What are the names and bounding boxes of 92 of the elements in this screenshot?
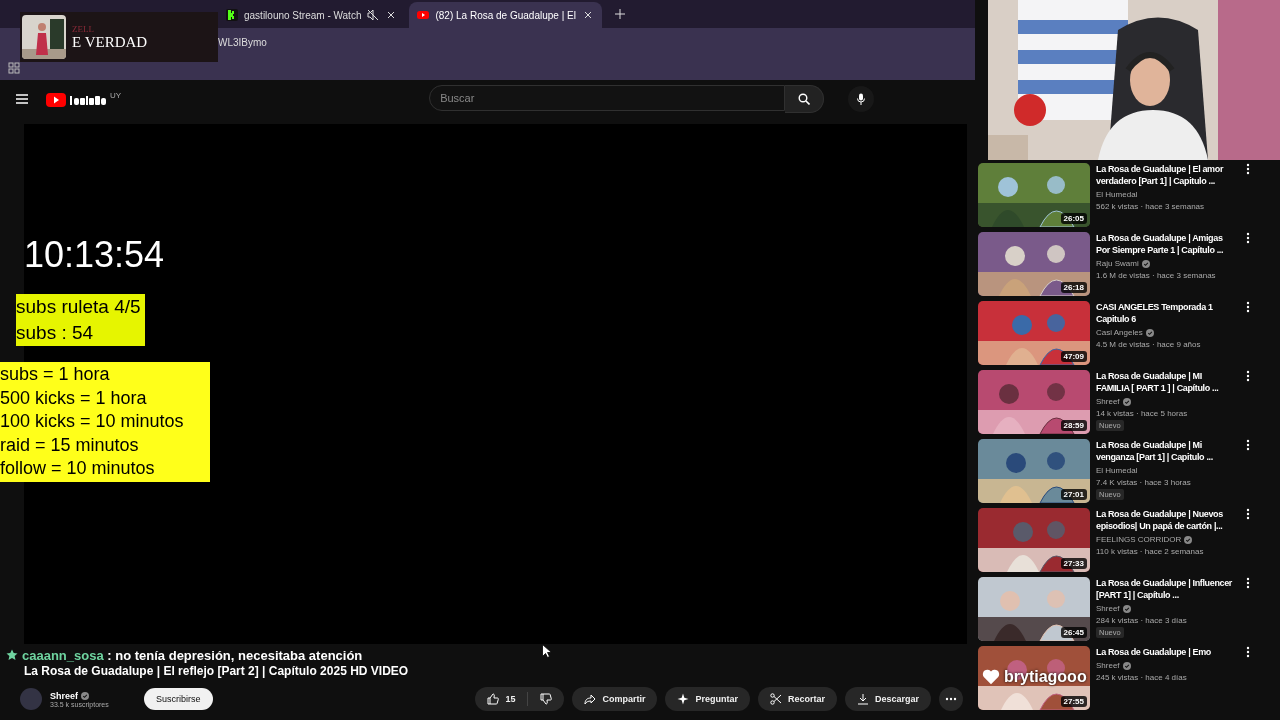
channel-name[interactable]: Raju Swami	[1096, 258, 1139, 270]
action-button[interactable]: Preguntar	[665, 687, 750, 711]
heart-icon	[982, 669, 1000, 685]
action-button[interactable]: Recortar	[757, 687, 837, 711]
muted-speaker-icon[interactable]	[367, 9, 380, 21]
view-info: 245 k vistas · hace 4 días	[1096, 672, 1188, 684]
kebab-menu-icon[interactable]	[1246, 232, 1250, 244]
channel-name[interactable]: El Humedal	[1096, 189, 1138, 201]
video-title[interactable]: La Rosa de Guadalupe | Mi venganza [Part 1] | Capitulo ...	[1096, 439, 1234, 463]
verified-icon	[1122, 398, 1131, 406]
overlay-text: follow = 10 minutos	[0, 457, 156, 480]
video-duration: 26:05	[1060, 213, 1087, 224]
video-title[interactable]: CASI ANGELES Temporada 1 Capitulo 6	[1096, 301, 1234, 325]
overlay-text: 100 kicks = 10 minutos	[0, 410, 185, 433]
channel-name[interactable]: Shreef	[1096, 660, 1120, 672]
youtube-logo-icon[interactable]	[46, 91, 108, 107]
video-duration: 27:33	[1060, 558, 1087, 569]
sparkle-icon	[677, 693, 690, 705]
youtube-icon	[417, 9, 430, 21]
plus-icon	[613, 8, 626, 20]
track-title: E VERDAD	[72, 33, 148, 51]
kebab-menu-icon[interactable]	[1246, 163, 1250, 175]
channel-name[interactable]: El Humedal	[1096, 465, 1138, 477]
video-title[interactable]: La Rosa de Guadalupe | Emo	[1096, 646, 1234, 658]
stream-timer: 10:13:54	[24, 234, 165, 276]
action-button[interactable]: Compartir	[572, 687, 658, 711]
view-info: 4.5 M de vistas · hace 9 años	[1096, 339, 1202, 351]
microphone-icon	[855, 93, 868, 105]
browser-tab[interactable]: gastilouno Stream - Watch	[218, 2, 406, 28]
kebab-menu-icon[interactable]	[1246, 439, 1250, 451]
video-title[interactable]: La Rosa de Guadalupe | Influencer [PART 1] | Capítulo ...	[1096, 577, 1234, 601]
view-info: 284 k vistas · hace 3 días	[1096, 615, 1188, 627]
video-duration: 47:09	[1060, 351, 1087, 362]
share-icon	[584, 693, 597, 705]
video-duration: 26:18	[1060, 282, 1087, 293]
kebab-menu-icon[interactable]	[1246, 577, 1250, 589]
view-info: 562 k vistas · hace 3 semanas	[1096, 201, 1206, 213]
channel-name[interactable]: Shreef	[50, 690, 78, 701]
video-duration: 27:55	[1060, 696, 1087, 707]
thumbs-down-icon	[540, 693, 553, 705]
more-button[interactable]	[939, 687, 963, 711]
subscribe-button[interactable]: Suscribirse	[144, 688, 213, 710]
overlay-text: 500 kicks = 1 hora	[0, 386, 148, 410]
view-info: 1.6 M de vistas · hace 3 semanas	[1096, 270, 1217, 282]
video-title[interactable]: La Rosa de Guadalupe | MI FAMILIA [ PART 1 ] | Capítulo ...	[1096, 370, 1234, 394]
search-field[interactable]: Buscar	[429, 85, 786, 111]
track-text: ZELL	[72, 23, 95, 34]
action-button[interactable]: Descargar	[844, 687, 931, 711]
scissors-icon	[769, 693, 782, 705]
verified-icon	[1184, 536, 1193, 544]
view-info: 14 k vistas · hace 5 horas	[1096, 408, 1189, 420]
video-title[interactable]: La Rosa de Guadalupe | El amor verdadero [Part 1] | Capitulo ...	[1096, 163, 1234, 187]
channel-name[interactable]: Shreef	[1096, 396, 1120, 408]
video-title: La Rosa de Guadalupe | El reflejo [Part 2] | Capítulo 2025 HD VIDEO	[24, 664, 409, 680]
menu-icon[interactable]	[16, 93, 28, 105]
browser-tab[interactable]: (82) La Rosa de Guadalupe | El	[409, 2, 602, 28]
region-label: UY	[110, 91, 122, 100]
verified-icon	[1122, 605, 1131, 613]
video-duration: 27:01	[1060, 489, 1087, 500]
apps-grid-icon[interactable]	[8, 62, 20, 74]
channel-name[interactable]: Shreef	[1096, 603, 1120, 615]
verified-icon	[1145, 329, 1154, 337]
search-button[interactable]	[785, 85, 825, 113]
channel-name[interactable]: FEELINGS CORRIDOR	[1096, 534, 1182, 546]
video-duration: 26:45	[1060, 627, 1087, 638]
kebab-menu-icon[interactable]	[1246, 370, 1250, 382]
channel-name[interactable]: Casi Angeles	[1096, 327, 1143, 339]
overlay-text: subs : 54	[16, 321, 95, 345]
chat-message: caaann_sosa : no tenía depresión, necesitaba atención	[22, 647, 363, 663]
view-info: 110 k vistas · hace 2 semanas	[1096, 546, 1205, 558]
kebab-menu-icon[interactable]	[1246, 301, 1250, 313]
microphone-button[interactable]	[848, 86, 875, 112]
view-info: 7.4 K vistas · hace 3 horas	[1096, 477, 1192, 489]
overlay-text: subs = 1 hora	[0, 363, 111, 386]
kebab-menu-icon[interactable]	[1246, 508, 1250, 520]
star-icon	[6, 649, 18, 661]
video-title[interactable]: La Rosa de Guadalupe | Amigas Por Siempre Parte 1 | Capítulo ...	[1096, 232, 1234, 256]
download-icon	[856, 693, 869, 705]
kebab-menu-icon[interactable]	[1246, 646, 1250, 658]
thumbs-up-icon	[487, 693, 500, 705]
verified-icon	[81, 691, 89, 700]
kick-icon	[226, 9, 238, 21]
overlay-text: subs ruleta 4/5	[16, 295, 141, 319]
overlay-text: raid = 15 minutos	[0, 433, 140, 457]
mouse-cursor-icon	[542, 644, 552, 658]
verified-icon	[1141, 260, 1150, 268]
verified-icon	[1122, 662, 1131, 670]
video-duration: 28:59	[1060, 420, 1087, 431]
video-title[interactable]: La Rosa de Guadalupe | Nuevos episodios| Un papá de cartón |...	[1096, 508, 1234, 532]
search-icon	[798, 93, 811, 105]
address-text[interactable]: WL3IBymo	[218, 36, 267, 48]
follower-name: brytiagooo	[1004, 668, 1087, 686]
